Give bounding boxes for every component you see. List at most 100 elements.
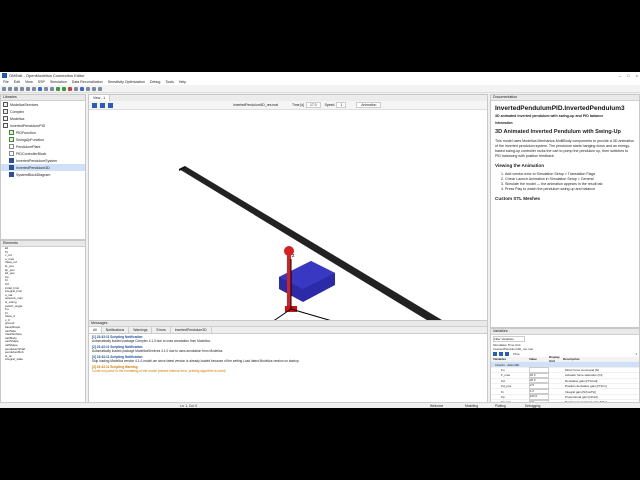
variables-filter-input[interactable]: Filter Variables bbox=[493, 336, 525, 342]
tab-notifications[interactable]: Notifications bbox=[102, 327, 130, 333]
menu-file[interactable]: File bbox=[3, 80, 9, 84]
menu-simulation[interactable]: Simulation bbox=[50, 80, 67, 84]
screen: OMEdit - OpenModelica Connection Editor … bbox=[0, 0, 640, 480]
message-body: Automatically loaded package Complex 4.1… bbox=[92, 339, 211, 343]
export-icon[interactable] bbox=[86, 86, 90, 91]
library-item-label: PendulumPlant bbox=[16, 144, 41, 149]
settings-icon[interactable] bbox=[98, 86, 102, 91]
library-item-label: SystemBlockDiagram bbox=[16, 172, 51, 177]
message-item: [3] 23:43:11 Scripting Notification Skip… bbox=[89, 354, 487, 364]
library-item-label: Complex bbox=[10, 109, 25, 114]
menu-debug[interactable]: Debug bbox=[150, 80, 161, 84]
tab-warnings[interactable]: Warnings bbox=[129, 327, 153, 333]
doc-info-label: Information bbox=[495, 121, 513, 125]
debug-icon[interactable] bbox=[68, 86, 72, 91]
variable-name: Kd_pos bbox=[501, 384, 512, 389]
messages-tabs: All Notifications Warnings Errors Invert… bbox=[89, 327, 487, 334]
variable-description: Motor force command [N] bbox=[565, 367, 599, 372]
play-icon[interactable] bbox=[100, 102, 105, 108]
menu-ssp[interactable]: SSP bbox=[38, 80, 45, 84]
library-item[interactable]: InvertedPendulumPID bbox=[1, 122, 85, 129]
tab-errors[interactable]: Errors bbox=[152, 327, 171, 333]
menu-view[interactable]: View bbox=[25, 80, 33, 84]
doc-heading: 3D Animated Inverted Pendulum with Swing… bbox=[495, 129, 621, 135]
perspective-welcome[interactable]: Welcome bbox=[430, 404, 443, 408]
library-item[interactable]: Modelica bbox=[1, 115, 85, 122]
tab-model[interactable]: InvertedPendulum3D bbox=[171, 327, 212, 333]
element-item[interactable]: integral_state bbox=[1, 358, 85, 362]
minimize-icon[interactable]: – bbox=[619, 73, 621, 78]
class-icon bbox=[9, 151, 14, 156]
variables-root-label: Invertin...dulum3D bbox=[495, 362, 520, 367]
rail-shape bbox=[179, 166, 467, 335]
play-icon[interactable] bbox=[499, 352, 503, 356]
tab-all[interactable]: All bbox=[89, 327, 102, 333]
plot-icon[interactable] bbox=[74, 86, 78, 91]
menu-help[interactable]: Help bbox=[179, 80, 186, 84]
menu-sensitivity[interactable]: Sensitivity Optimization bbox=[108, 80, 145, 84]
check-icon[interactable] bbox=[56, 86, 60, 91]
new-file-icon[interactable] bbox=[2, 86, 6, 91]
variables-browser: Variables Filter Variables Simulation Ti… bbox=[490, 328, 640, 408]
class-icon bbox=[3, 123, 8, 128]
zoom-out-icon[interactable] bbox=[50, 86, 54, 91]
doc-subtitle: 3D animated inverted pendulum with swing… bbox=[495, 114, 604, 118]
message-body: Automatically loaded package ModelicaSer… bbox=[92, 349, 224, 353]
fmu-icon[interactable] bbox=[92, 86, 96, 91]
time-field: Time bbox=[513, 352, 520, 356]
variables-filter-row: Filter Variables bbox=[491, 335, 639, 343]
save-all-icon[interactable] bbox=[20, 86, 24, 91]
library-item-label: PIDControllerBlock bbox=[16, 151, 47, 156]
animation-mode-select[interactable]: Animation bbox=[356, 102, 382, 108]
perspective-plotting[interactable]: Plotting bbox=[495, 404, 506, 408]
speed-label: Speed bbox=[324, 103, 335, 107]
libraries-list: ModelicaServices Complex Modelica InvertedP… bbox=[1, 101, 85, 178]
rewind-icon[interactable] bbox=[92, 102, 97, 108]
rewind-icon[interactable] bbox=[493, 352, 497, 356]
menu-tools[interactable]: Tools bbox=[165, 80, 173, 84]
perspective-modeling[interactable]: Modeling bbox=[465, 404, 478, 408]
variable-name: Fu bbox=[501, 367, 505, 372]
class-icon bbox=[3, 102, 8, 107]
col-variables: Variables bbox=[493, 357, 507, 362]
grid-icon[interactable] bbox=[38, 86, 42, 91]
scene-3d: x y z bbox=[179, 166, 467, 335]
window-title: OMEdit - OpenModelica Connection Editor bbox=[9, 73, 85, 78]
library-item-label: PIDFunction bbox=[16, 130, 36, 135]
library-item[interactable]: ModelicaServices bbox=[1, 101, 85, 108]
speed-input[interactable]: 1 bbox=[336, 102, 347, 108]
pause-icon[interactable] bbox=[505, 352, 509, 356]
library-item[interactable]: InvertedPendulum3D bbox=[1, 164, 85, 171]
menu-edit[interactable]: Edit bbox=[14, 80, 20, 84]
library-item[interactable]: PIDControllerBlock bbox=[1, 150, 85, 157]
time-input[interactable]: 17.0 bbox=[305, 102, 321, 108]
simulate-icon[interactable] bbox=[62, 86, 66, 91]
variable-description: Integral gain [N/(rad*s)] bbox=[565, 389, 597, 394]
class-icon bbox=[9, 165, 14, 170]
variable-name: Kd bbox=[501, 378, 505, 383]
library-item[interactable]: SwingUpFunction bbox=[1, 136, 85, 143]
maximize-icon[interactable]: □ bbox=[627, 73, 629, 78]
undo-icon[interactable] bbox=[26, 86, 30, 91]
animation-icon[interactable] bbox=[80, 86, 84, 91]
library-item[interactable]: InvertedPendulumSystem bbox=[1, 157, 85, 164]
library-item[interactable]: PendulumPlant bbox=[1, 143, 85, 150]
save-icon[interactable] bbox=[14, 86, 18, 91]
perspective-debugging[interactable]: Debugging bbox=[525, 404, 540, 408]
open-icon[interactable] bbox=[8, 86, 12, 91]
class-icon bbox=[9, 158, 14, 163]
pause-icon[interactable] bbox=[108, 102, 113, 108]
library-item[interactable]: SystemBlockDiagram bbox=[1, 171, 85, 178]
cursor-position: Ln: 1, Col: 0 bbox=[180, 404, 198, 408]
variable-name: F_max bbox=[501, 373, 511, 378]
doc-subheading: Viewing the Animation bbox=[495, 163, 545, 168]
redo-icon[interactable] bbox=[32, 86, 36, 91]
library-item[interactable]: Complex bbox=[1, 108, 85, 115]
close-icon[interactable]: × bbox=[636, 73, 638, 78]
col-description: Description bbox=[563, 357, 580, 362]
app-icon bbox=[2, 73, 7, 78]
menu-data-reconciliation[interactable]: Data Reconciliation bbox=[72, 80, 103, 84]
speed-field[interactable]: 1 bbox=[635, 352, 637, 356]
library-item[interactable]: PIDFunction bbox=[1, 129, 85, 136]
zoom-in-icon[interactable] bbox=[44, 86, 48, 91]
